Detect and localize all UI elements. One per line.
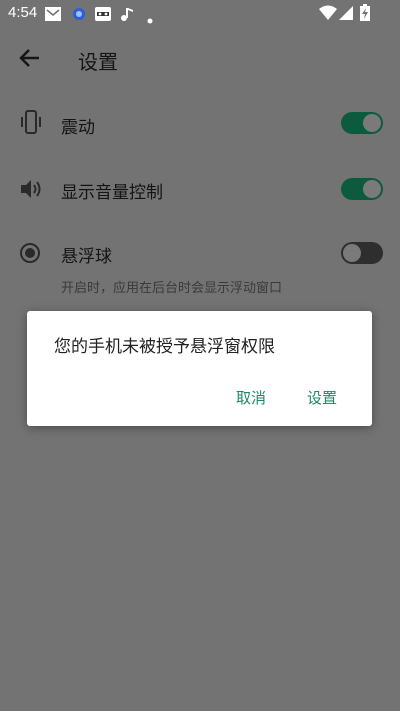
cat-app-icon: [94, 6, 112, 26]
settings-button[interactable]: 设置: [301, 385, 343, 410]
volume-control-label: 显示音量控制: [61, 183, 163, 203]
status-time: 4:54: [8, 4, 38, 21]
radio-button-icon: [18, 240, 44, 266]
toggle-knob: [343, 244, 361, 262]
floating-ball-description: 开启时，应用在后台时会显示浮动窗口: [61, 281, 283, 296]
dot-icon: [147, 10, 153, 28]
page-title: 设置: [78, 50, 118, 74]
phone-vibrate-icon: [18, 109, 44, 135]
settings-row-vibration[interactable]: 震动: [0, 93, 400, 153]
toggle-knob: [363, 114, 381, 132]
vibration-toggle[interactable]: [341, 112, 383, 134]
vibration-label: 震动: [61, 118, 95, 138]
back-button[interactable]: [16, 44, 44, 72]
settings-row-floating-ball[interactable]: 悬浮球 开启时，应用在后台时会显示浮动窗口: [0, 225, 400, 305]
permission-dialog: 您的手机未被授予悬浮窗权限 取消 设置: [27, 311, 372, 426]
floating-ball-toggle[interactable]: [341, 242, 383, 264]
dialog-message: 您的手机未被授予悬浮窗权限: [54, 337, 275, 357]
settings-row-volume-control[interactable]: 显示音量控制: [0, 158, 400, 218]
status-bar: 4:54: [0, 0, 400, 28]
music-note-icon: [119, 6, 135, 26]
app-icon: [71, 6, 87, 26]
signal-icon: [338, 4, 354, 26]
volume-control-toggle[interactable]: [341, 178, 383, 200]
back-arrow-icon: [19, 49, 39, 67]
battery-charging-icon: [359, 4, 371, 26]
cancel-button[interactable]: 取消: [230, 385, 272, 410]
wifi-icon: [318, 4, 338, 26]
speaker-icon: [18, 176, 44, 202]
app-bar: 设置: [0, 28, 400, 88]
mail-icon: [44, 6, 62, 26]
floating-ball-label: 悬浮球: [61, 247, 112, 267]
toggle-knob: [363, 180, 381, 198]
